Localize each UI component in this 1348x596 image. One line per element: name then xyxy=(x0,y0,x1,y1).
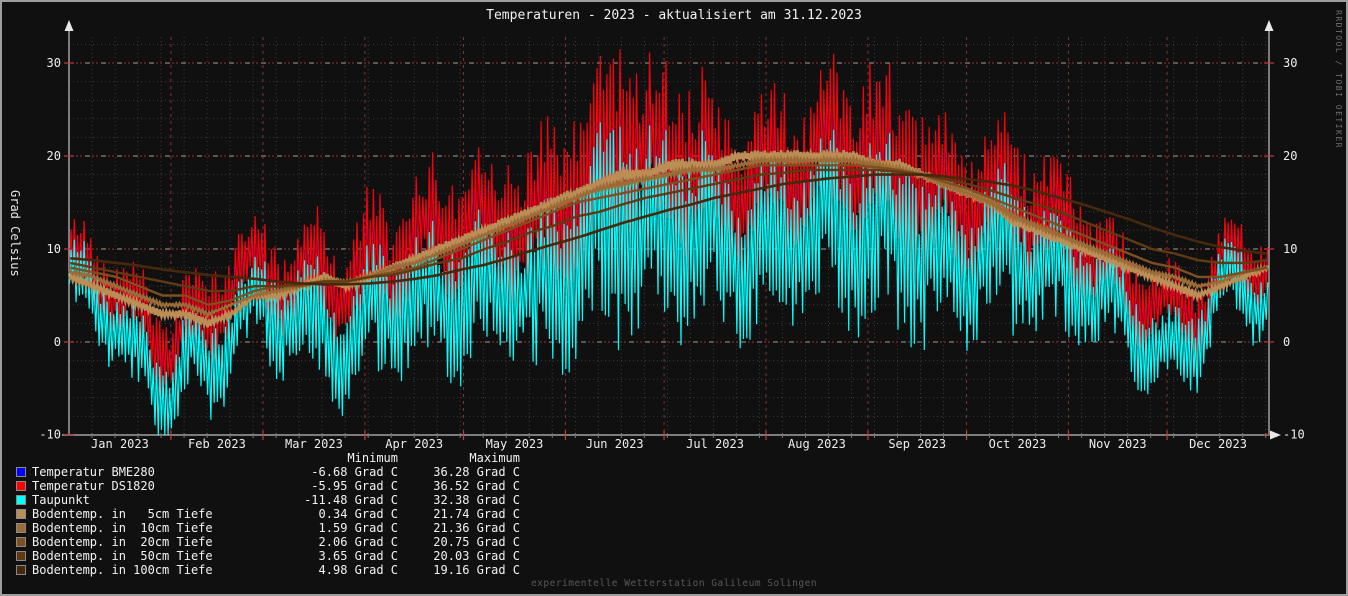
legend-series-label: Bodentemp. in 20cm Tiefe xyxy=(32,535,298,549)
x-month-label: May 2023 xyxy=(486,437,544,451)
y-tick-label-left: -10 xyxy=(39,428,61,442)
legend-row: Temperatur DS1820-5.95 Grad C36.52 Grad … xyxy=(2,479,702,493)
legend-max-value: 20.75 Grad C xyxy=(398,535,520,549)
legend-max-value: 36.52 Grad C xyxy=(398,479,520,493)
legend-min-value: 2.06 Grad C xyxy=(298,535,398,549)
x-month-label: Mar 2023 xyxy=(285,437,343,451)
legend-color-swatch xyxy=(16,523,26,533)
legend-row: Bodentemp. in 10cm Tiefe1.59 Grad C21.36… xyxy=(2,521,702,535)
legend-color-swatch xyxy=(16,467,26,477)
legend-series-label: Temperatur BME280 xyxy=(32,465,298,479)
footer-caption: experimentelle Wetterstation Galileum So… xyxy=(2,578,1346,589)
x-month-label: Nov 2023 xyxy=(1089,437,1147,451)
x-month-label: Jun 2023 xyxy=(586,437,644,451)
legend-max-value: 20.03 Grad C xyxy=(398,549,520,563)
legend-color-swatch xyxy=(16,509,26,519)
legend-series-label: Temperatur DS1820 xyxy=(32,479,298,493)
legend-row: Bodentemp. in 100cm Tiefe4.98 Grad C19.1… xyxy=(2,563,702,577)
legend-color-swatch xyxy=(16,565,26,575)
y-tick-label-right: 30 xyxy=(1283,56,1297,70)
legend-max-value: 21.36 Grad C xyxy=(398,521,520,535)
legend-max-value: 32.38 Grad C xyxy=(398,493,520,507)
x-axis-arrow xyxy=(1270,431,1281,440)
legend-min-value: 3.65 Grad C xyxy=(298,549,398,563)
series-layer xyxy=(70,49,1268,434)
legend-row: Bodentemp. in 20cm Tiefe2.06 Grad C20.75… xyxy=(2,535,702,549)
x-month-label: Dec 2023 xyxy=(1189,437,1247,451)
legend-series-label: Bodentemp. in 100cm Tiefe xyxy=(32,563,298,577)
legend-max-value: 19.16 Grad C xyxy=(398,563,520,577)
legend-series-label: Bodentemp. in 5cm Tiefe xyxy=(32,507,298,521)
legend: Minimum Maximum Temperatur BME280-6.68 G… xyxy=(2,451,702,577)
legend-row: Temperatur BME280-6.68 Grad C36.28 Grad … xyxy=(2,465,702,479)
axis-arrows xyxy=(65,20,1282,440)
legend-row: Taupunkt-11.48 Grad C32.38 Grad C xyxy=(2,493,702,507)
legend-series-label: Bodentemp. in 10cm Tiefe xyxy=(32,521,298,535)
legend-header-maximum: Maximum xyxy=(398,451,520,465)
y-tick-label-right: -10 xyxy=(1283,428,1305,442)
x-month-label: Jan 2023 xyxy=(91,437,149,451)
legend-series-label: Bodentemp. in 50cm Tiefe xyxy=(32,549,298,563)
legend-color-swatch xyxy=(16,537,26,547)
x-month-label: Aug 2023 xyxy=(788,437,846,451)
legend-header-row: Minimum Maximum xyxy=(2,451,702,465)
y-tick-label-left: 20 xyxy=(47,149,61,163)
x-month-label: Sep 2023 xyxy=(888,437,946,451)
x-month-label: Jul 2023 xyxy=(686,437,744,451)
legend-header-minimum: Minimum xyxy=(298,451,398,465)
axes-layer xyxy=(62,26,1274,440)
y-tick-label-left: 30 xyxy=(47,56,61,70)
legend-series-label: Taupunkt xyxy=(32,493,298,507)
legend-max-value: 21.74 Grad C xyxy=(398,507,520,521)
legend-row: Bodentemp. in 50cm Tiefe3.65 Grad C20.03… xyxy=(2,549,702,563)
x-month-label: Feb 2023 xyxy=(188,437,246,451)
legend-min-value: 0.34 Grad C xyxy=(298,507,398,521)
y-tick-label-right: 10 xyxy=(1283,242,1297,256)
legend-min-value: -5.95 Grad C xyxy=(298,479,398,493)
y-tick-label-left: 10 xyxy=(47,242,61,256)
legend-color-swatch xyxy=(16,495,26,505)
y-axis-arrow xyxy=(65,20,74,31)
legend-max-value: 36.28 Grad C xyxy=(398,465,520,479)
y-tick-label-right: 20 xyxy=(1283,149,1297,163)
legend-color-swatch xyxy=(16,551,26,561)
legend-min-value: -6.68 Grad C xyxy=(298,465,398,479)
legend-color-swatch xyxy=(16,481,26,491)
legend-min-value: -11.48 Grad C xyxy=(298,493,398,507)
legend-min-value: 4.98 Grad C xyxy=(298,563,398,577)
x-month-label: Oct 2023 xyxy=(989,437,1047,451)
y-tick-label-right: 0 xyxy=(1283,335,1290,349)
legend-row: Bodentemp. in 5cm Tiefe0.34 Grad C21.74 … xyxy=(2,507,702,521)
y-axis-arrow xyxy=(1265,20,1274,31)
y-tick-label-left: 0 xyxy=(54,335,61,349)
rrdtool-graph: Temperaturen - 2023 - aktualisiert am 31… xyxy=(0,0,1348,596)
x-month-label: Apr 2023 xyxy=(385,437,443,451)
legend-min-value: 1.59 Grad C xyxy=(298,521,398,535)
